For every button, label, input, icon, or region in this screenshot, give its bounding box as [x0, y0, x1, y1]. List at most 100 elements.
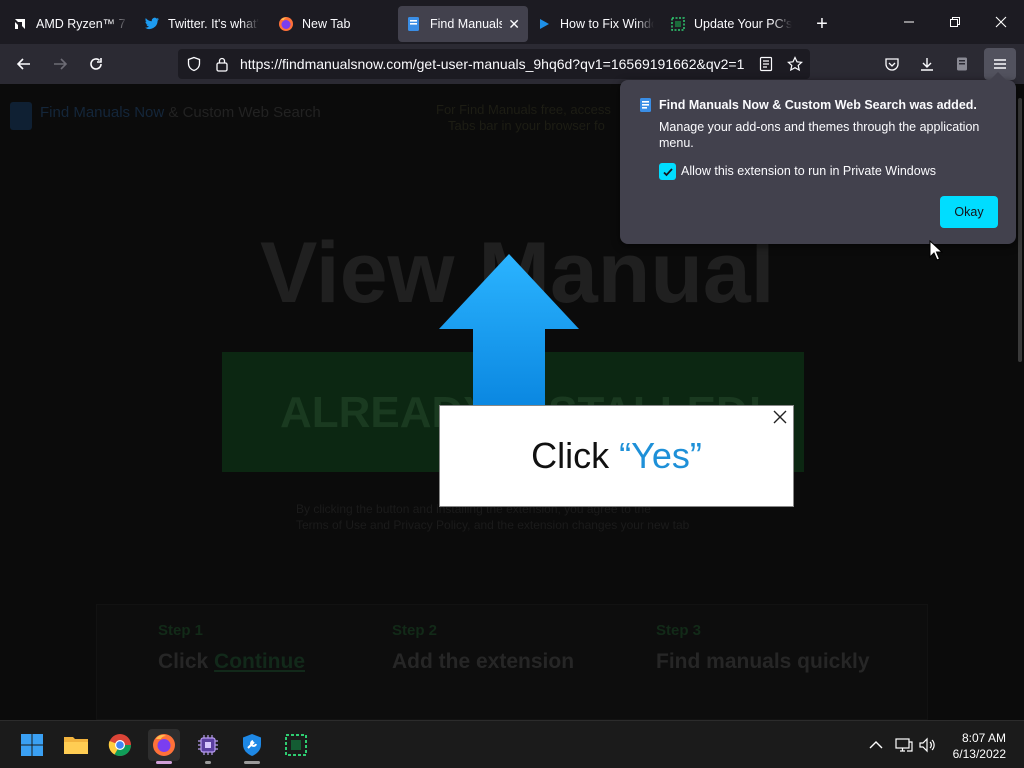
checkmark-icon — [662, 167, 673, 176]
lock-icon[interactable] — [208, 56, 236, 72]
close-prompt-button[interactable] — [771, 408, 789, 426]
scrollbar-thumb[interactable] — [1018, 98, 1022, 362]
step-label: Click — [158, 650, 215, 673]
show-hidden-icons-button[interactable] — [866, 735, 886, 755]
taskbar-chrome[interactable] — [104, 729, 136, 761]
downloads-button[interactable] — [911, 48, 943, 80]
tab-find-manuals[interactable]: Find Manuals | ✕ — [398, 6, 528, 42]
start-button[interactable] — [16, 729, 48, 761]
forward-button[interactable] — [44, 48, 76, 80]
tab-title: AMD Ryzen™ 7 5 — [36, 17, 128, 31]
site-logo-suffix: & Custom Web Search — [168, 104, 321, 121]
restore-icon — [950, 17, 960, 27]
site-logo-icon — [10, 102, 32, 130]
chip-icon — [285, 734, 307, 756]
play-icon — [536, 16, 552, 32]
system-clock[interactable]: 8:07 AM 6/13/2022 — [953, 730, 1006, 762]
mouse-cursor-icon — [929, 240, 943, 261]
extension-icon — [640, 98, 651, 112]
disclaimer-line: Terms of Use and Privacy Policy, and the… — [296, 518, 690, 532]
extension-toolbar-button[interactable] — [946, 48, 978, 80]
step-number: Step 1 — [158, 622, 204, 639]
step-text: Find manuals quickly — [656, 650, 870, 673]
taskbar-firefox[interactable] — [148, 729, 180, 764]
tab-new-tab[interactable]: New Tab — [270, 6, 398, 42]
continue-link[interactable]: Continue — [214, 650, 305, 673]
firefox-icon — [153, 734, 175, 756]
taskbar: 8:07 AM 6/13/2022 — [0, 720, 1024, 768]
tab-twitter[interactable]: Twitter. It's what' — [136, 6, 270, 42]
clock-date: 6/13/2022 — [952, 747, 1006, 761]
taskbar-repair-tool[interactable] — [236, 729, 268, 764]
address-bar[interactable]: https://findmanualsnow.com/get-user-manu… — [178, 49, 810, 79]
okay-button[interactable]: Okay — [940, 196, 998, 228]
close-icon — [773, 410, 787, 424]
tab-how-to-fix[interactable]: How to Fix Windo — [528, 6, 662, 42]
folder-icon — [64, 737, 88, 754]
amd-icon — [12, 16, 28, 32]
extension-icon — [406, 16, 422, 32]
cpu-icon — [198, 735, 218, 755]
pocket-button[interactable] — [876, 48, 908, 80]
navigation-toolbar: https://findmanualsnow.com/get-user-manu… — [0, 44, 1024, 84]
pocket-icon — [885, 58, 899, 71]
tab-amd[interactable]: AMD Ryzen™ 7 5 — [4, 6, 136, 42]
network-button[interactable] — [894, 735, 914, 755]
url-text[interactable]: https://findmanualsnow.com/get-user-manu… — [240, 56, 750, 72]
step-number: Step 2 — [392, 622, 438, 639]
twitter-icon — [144, 16, 160, 32]
reload-button[interactable] — [80, 48, 112, 80]
hamburger-menu-icon — [994, 59, 1006, 69]
tab-title: Update Your PC's — [694, 17, 793, 31]
top-note-line: Tabs bar in your browser fo — [448, 118, 605, 133]
close-window-button[interactable] — [978, 0, 1024, 44]
chevron-up-icon — [869, 741, 883, 749]
chip-icon — [670, 16, 686, 32]
network-icon — [895, 738, 913, 752]
taskbar-cpu-app[interactable] — [192, 729, 224, 764]
windows-logo-icon — [21, 734, 43, 756]
bookmark-star-icon[interactable] — [784, 53, 806, 75]
close-tab-icon[interactable]: ✕ — [508, 16, 520, 33]
tab-strip: AMD Ryzen™ 7 5 Twitter. It's what' New T… — [0, 0, 1024, 44]
chrome-icon — [108, 734, 131, 756]
restore-button[interactable] — [932, 0, 978, 44]
step-number: Step 3 — [656, 622, 702, 639]
reader-view-icon[interactable] — [755, 53, 777, 75]
back-button[interactable] — [8, 48, 40, 80]
tab-update-pc[interactable]: Update Your PC's — [662, 6, 802, 42]
new-tab-button[interactable]: + — [802, 6, 842, 42]
tab-title: Find Manuals | — [430, 17, 503, 31]
step-text: Add the extension — [392, 650, 575, 673]
tab-title: Twitter. It's what' — [168, 17, 259, 31]
click-yes-prompt: Click “Yes” — [439, 405, 794, 507]
extension-added-popup: Find Manuals Now & Custom Web Search was… — [620, 72, 1016, 244]
download-icon — [921, 58, 933, 71]
screen: AMD Ryzen™ 7 5 Twitter. It's what' New T… — [0, 0, 1024, 768]
active-indicator — [156, 761, 172, 764]
running-indicator — [205, 761, 211, 764]
top-note: For Find Manuals free, access Tabs bar i… — [436, 102, 611, 134]
speaker-icon — [919, 737, 935, 753]
running-indicator — [244, 761, 260, 764]
taskbar-update-app[interactable] — [280, 729, 312, 761]
up-arrow-icon — [439, 254, 579, 410]
volume-button[interactable] — [918, 735, 938, 755]
back-arrow-icon — [16, 58, 30, 70]
popup-title: Find Manuals Now & Custom Web Search was… — [659, 98, 977, 112]
prompt-prefix: Click — [531, 435, 620, 476]
firefox-icon — [278, 16, 294, 32]
minimize-icon — [904, 21, 914, 23]
forward-arrow-icon — [54, 58, 68, 70]
plus-icon: + — [816, 12, 828, 35]
reload-icon — [90, 58, 102, 70]
close-icon — [995, 16, 1007, 28]
minimize-button[interactable] — [886, 0, 932, 44]
private-windows-label[interactable]: Allow this extension to run in Private W… — [681, 164, 936, 178]
tracking-shield-icon[interactable] — [180, 56, 208, 72]
clock-time: 8:07 AM — [961, 731, 1006, 745]
popup-pointer — [990, 72, 1006, 80]
popup-message: Manage your add-ons and themes through t… — [659, 120, 980, 150]
taskbar-file-explorer[interactable] — [60, 729, 92, 761]
private-windows-checkbox[interactable] — [659, 163, 676, 180]
